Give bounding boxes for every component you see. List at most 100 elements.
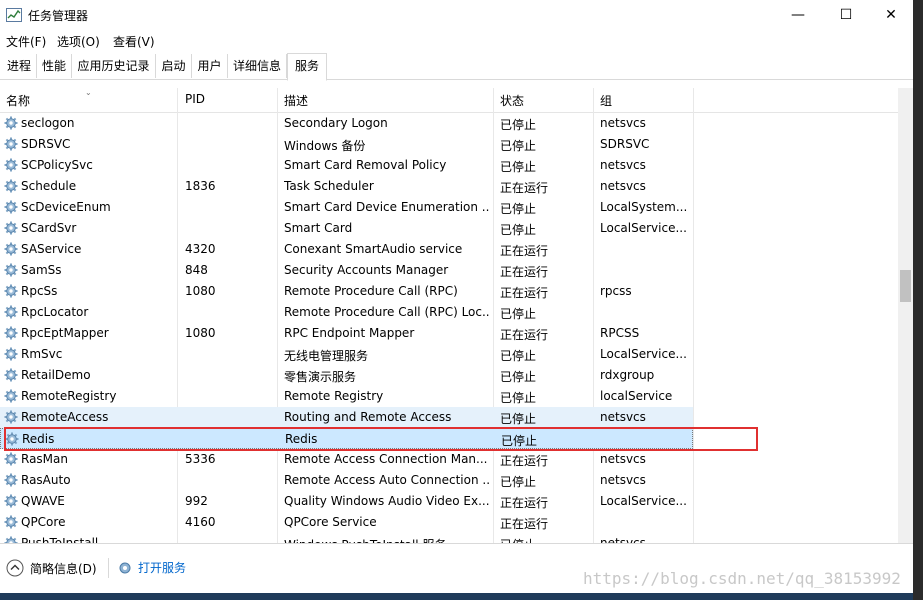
title-bar[interactable]: 任务管理器 — ☐ ✕ [0,0,913,30]
cell-name: RemoteRegistry [21,389,117,403]
column-header-status[interactable]: 状态 [500,92,524,109]
table-row[interactable]: QPCore 4160 QPCore Service 正在运行 [0,512,693,533]
cell-name: RpcEptMapper [21,326,109,340]
cell-name: RemoteAccess [21,410,109,424]
cell-status: 已停止 [500,202,537,216]
column-header-description[interactable]: 描述 [284,92,308,109]
open-services-link[interactable]: 打开服务 [117,559,186,576]
table-row[interactable]: PushToInstall Windows PushToInstall 服务 已停止… [0,533,693,543]
cell-name: QWAVE [21,494,65,508]
cell-group: LocalService... [600,347,687,361]
menu-options[interactable]: 选项(O) [57,33,100,50]
less-details-button[interactable]: 简略信息(D) [6,559,97,577]
service-gear-icon [4,284,18,298]
table-row[interactable]: RasAuto Remote Access Auto Connection ...… [0,470,693,491]
cell-description: RPC Endpoint Mapper [284,326,415,340]
services-gear-icon [119,562,131,573]
scrollbar-thumb[interactable] [900,270,911,302]
service-gear-icon [4,368,18,382]
cell-name: Schedule [21,179,77,193]
cell-name: RmSvc [21,347,63,361]
table-row[interactable]: RasMan 5336 Remote Access Connection Man..… [0,449,693,470]
table-row[interactable]: SCardSvr Smart Card 已停止 LocalService... [0,218,693,239]
cell-group: LocalSystem... [600,200,688,214]
menu-bar: 文件(F) 选项(O) 查看(V) [0,30,913,52]
table-row[interactable]: RetailDemo 零售演示服务 已停止 rdxgroup [0,365,693,386]
cell-group: RPCSS [600,326,640,340]
column-header-row: 名称 PID 描述 状态 组 [0,88,898,113]
table-row[interactable]: Schedule 1836 Task Scheduler 正在运行 netsvcs [0,176,693,197]
service-gear-icon [4,515,18,529]
tab-startup[interactable]: 启动 [156,54,192,78]
menu-view[interactable]: 查看(V) [113,33,155,50]
column-header-group[interactable]: 组 [600,92,612,109]
cell-name: RpcSs [21,284,58,298]
maximize-icon: ☐ [839,7,853,23]
column-header-pid[interactable]: PID [185,92,205,106]
cell-status: 正在运行 [500,265,549,279]
vertical-scrollbar[interactable] [898,88,913,543]
task-manager-window: 任务管理器 — ☐ ✕ 文件(F) 选项(O) 查看(V) 进程 性能 应用历史… [0,0,913,600]
cell-description: Quality Windows Audio Video Ex... [284,494,489,508]
cell-group: rpcss [600,284,632,298]
minimize-button[interactable]: — [775,0,821,30]
service-gear-icon [4,326,18,340]
taskbar-strip [0,593,913,600]
cell-name: RasAuto [21,473,71,487]
cell-name: SamSs [21,263,62,277]
background-window-strip [913,0,923,600]
cell-name: RpcLocator [21,305,89,319]
cell-status: 正在运行 [500,517,549,531]
cell-group: netsvcs [600,158,646,172]
table-row[interactable]: RpcSs 1080 Remote Procedure Call (RPC) 正在运行… [0,281,693,302]
cell-group: LocalService... [600,221,687,235]
service-gear-icon [4,200,18,214]
cell-status: 正在运行 [500,454,549,468]
service-gear-icon [4,242,18,256]
cell-pid: 4320 [185,242,216,256]
less-details-label: 简略信息(D) [30,561,97,576]
column-header-name[interactable]: 名称 [6,92,30,109]
table-row[interactable]: RemoteRegistry Remote Registry 已停止 localSer… [0,386,693,407]
cell-pid: 1080 [185,284,216,298]
cell-description: 无线电管理服务 [284,349,369,363]
cell-name: SDRSVC [21,137,71,151]
tab-details[interactable]: 详细信息 [228,54,287,78]
cell-name: seclogon [21,116,75,130]
table-row[interactable]: RmSvc 无线电管理服务 已停止 LocalService... [0,344,693,365]
table-row[interactable]: RpcLocator Remote Procedure Call (RPC) Lo… [0,302,693,323]
cell-status: 正在运行 [500,244,549,258]
table-row[interactable]: ScDeviceEnum Smart Card Device Enumeratio… [0,197,693,218]
table-row[interactable]: SamSs 848 Security Accounts Manager 正在运行 [0,260,693,281]
service-gear-icon [4,179,18,193]
cell-status: 已停止 [500,223,537,237]
service-gear-icon [4,389,18,403]
tab-app-history[interactable]: 应用历史记录 [72,54,156,78]
cell-description: Smart Card Device Enumeration ... [284,200,489,214]
cell-status: 已停止 [500,370,537,384]
table-row[interactable]: QWAVE 992 Quality Windows Audio Video Ex..… [0,491,693,512]
red-annotation-box [4,427,758,451]
cell-status: 正在运行 [500,181,549,195]
table-row[interactable]: seclogon Secondary Logon 已停止 netsvcs [0,113,693,134]
cell-status: 已停止 [500,307,537,321]
table-row[interactable]: RpcEptMapper 1080 RPC Endpoint Mapper 正在运行 R… [0,323,693,344]
table-row[interactable]: SAService 4320 Conexant SmartAudio service… [0,239,693,260]
table-row[interactable]: SDRSVC Windows 备份 已停止 SDRSVC [0,134,693,155]
table-row[interactable]: RemoteAccess Routing and Remote Access 已停止… [0,407,693,428]
tab-users[interactable]: 用户 [192,54,228,78]
menu-file[interactable]: 文件(F) [6,33,46,50]
cell-group: LocalService... [600,494,687,508]
maximize-button[interactable]: ☐ [823,0,869,30]
cell-description: Task Scheduler [284,179,374,193]
tab-services[interactable]: 服务 [287,53,327,81]
service-gear-icon [4,494,18,508]
tab-performance[interactable]: 性能 [37,54,72,78]
tab-processes[interactable]: 进程 [2,54,37,78]
close-button[interactable]: ✕ [868,0,914,30]
cell-pid: 992 [185,494,208,508]
cell-description: Conexant SmartAudio service [284,242,463,256]
table-row[interactable]: SCPolicySvc Smart Card Removal Policy 已停止 n… [0,155,693,176]
cell-group: netsvcs [600,116,646,130]
cell-status: 已停止 [500,391,537,405]
